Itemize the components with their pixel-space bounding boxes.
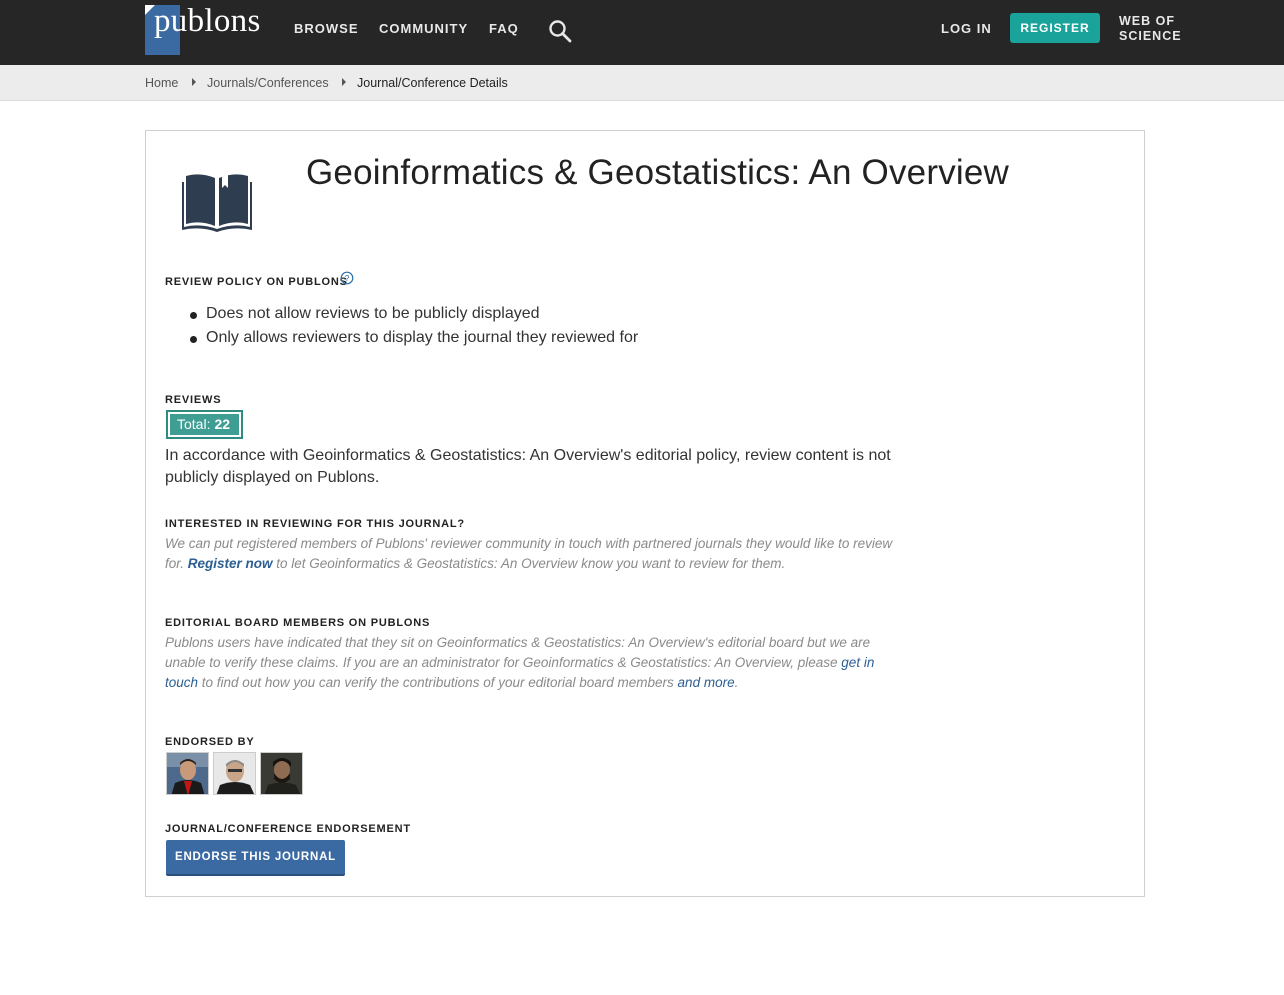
review-policy-heading: REVIEW POLICY ON PUBLONS — [165, 276, 348, 288]
breadcrumb-chevron-icon — [192, 78, 196, 86]
avatar[interactable] — [213, 752, 256, 795]
endorsement-heading: JOURNAL/CONFERENCE ENDORSEMENT — [165, 823, 411, 835]
bullet-icon — [190, 312, 197, 319]
web-of-science-link[interactable]: WEB OF SCIENCE — [1119, 14, 1182, 44]
wos-line-2: SCIENCE — [1119, 29, 1182, 43]
nav-faq[interactable]: FAQ — [489, 21, 519, 36]
reviews-total-badge: Total: 22 — [166, 410, 243, 439]
top-nav-bar: publons BROWSE COMMUNITY FAQ LOG IN REGI… — [0, 0, 1284, 65]
interested-text: We can put registered members of Publons… — [165, 534, 905, 574]
breadcrumb-chevron-icon — [342, 78, 346, 86]
breadcrumb-home[interactable]: Home — [145, 76, 178, 90]
policy-item-text: Only allows reviewers to display the jou… — [206, 329, 639, 346]
endorsed-by-heading: ENDORSED BY — [165, 736, 255, 748]
editorial-text-before: Publons users have indicated that they s… — [165, 635, 871, 670]
breadcrumb: Home Journals/Conferences Journal/Confer… — [0, 65, 1284, 101]
svg-text:?: ? — [345, 273, 350, 283]
endorse-journal-button[interactable]: ENDORSE THIS JOURNAL — [166, 840, 345, 876]
editorial-text-middle: to find out how you can verify the contr… — [198, 675, 678, 690]
editorial-heading: EDITORIAL BOARD MEMBERS ON PUBLONS — [165, 617, 431, 629]
reviews-total-label: Total: — [177, 416, 211, 432]
nav-browse[interactable]: BROWSE — [294, 21, 359, 36]
reviews-notice: In accordance with Geoinformatics & Geos… — [165, 447, 891, 486]
register-button[interactable]: REGISTER — [1010, 13, 1100, 43]
logo-text: publons — [154, 3, 261, 39]
bullet-icon — [190, 336, 197, 343]
avatar[interactable] — [166, 752, 209, 795]
breadcrumb-current: Journal/Conference Details — [357, 76, 508, 90]
book-icon — [182, 173, 252, 232]
avatar[interactable] — [260, 752, 303, 795]
register-now-link[interactable]: Register now — [188, 556, 273, 571]
interested-text-after: to let Geoinformatics & Geostatistics: A… — [272, 556, 786, 571]
reviews-total-inner: Total: 22 — [170, 414, 239, 435]
search-icon[interactable] — [548, 19, 572, 43]
breadcrumb-journals[interactable]: Journals/Conferences — [207, 76, 329, 90]
help-icon[interactable]: ? — [340, 271, 354, 285]
reviews-total-value: 22 — [214, 416, 231, 432]
page-title: Geoinformatics & Geostatistics: An Overv… — [306, 153, 1010, 192]
journal-card: Geoinformatics & Geostatistics: An Overv… — [145, 130, 1145, 897]
wos-line-1: WEB OF — [1119, 14, 1175, 28]
and-more-link[interactable]: and more — [678, 675, 735, 690]
interested-heading: INTERESTED IN REVIEWING FOR THIS JOURNAL… — [165, 518, 465, 530]
policy-item-text: Does not allow reviews to be publicly di… — [206, 305, 540, 322]
reviews-heading: REVIEWS — [165, 394, 222, 406]
editorial-text: Publons users have indicated that they s… — [165, 633, 905, 693]
editorial-text-end: . — [734, 675, 739, 690]
nav-community[interactable]: COMMUNITY — [379, 21, 468, 36]
login-link[interactable]: LOG IN — [941, 21, 992, 36]
